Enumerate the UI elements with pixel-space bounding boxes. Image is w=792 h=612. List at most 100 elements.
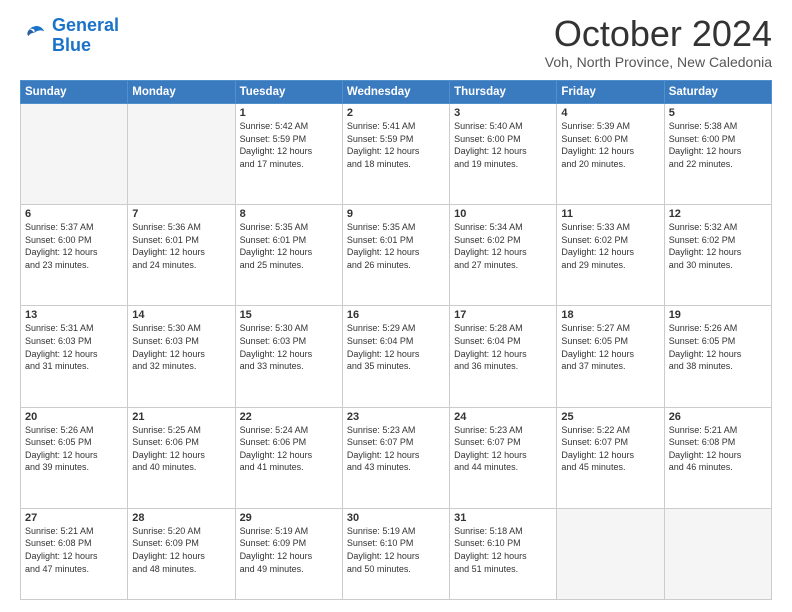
calendar-cell: 31Sunrise: 5:18 AMSunset: 6:10 PMDayligh… bbox=[450, 508, 557, 599]
day-info: Sunrise: 5:30 AMSunset: 6:03 PMDaylight:… bbox=[240, 322, 338, 372]
weekday-header-tuesday: Tuesday bbox=[235, 81, 342, 104]
logo: General Blue bbox=[20, 16, 119, 56]
calendar-cell: 30Sunrise: 5:19 AMSunset: 6:10 PMDayligh… bbox=[342, 508, 449, 599]
day-number: 27 bbox=[25, 512, 123, 524]
day-info: Sunrise: 5:26 AMSunset: 6:05 PMDaylight:… bbox=[25, 424, 123, 474]
day-number: 31 bbox=[454, 512, 552, 524]
day-number: 13 bbox=[25, 309, 123, 321]
calendar-week-3: 20Sunrise: 5:26 AMSunset: 6:05 PMDayligh… bbox=[21, 407, 772, 508]
day-info: Sunrise: 5:20 AMSunset: 6:09 PMDaylight:… bbox=[132, 525, 230, 575]
weekday-header-friday: Friday bbox=[557, 81, 664, 104]
calendar-cell: 14Sunrise: 5:30 AMSunset: 6:03 PMDayligh… bbox=[128, 306, 235, 407]
calendar-cell: 12Sunrise: 5:32 AMSunset: 6:02 PMDayligh… bbox=[664, 205, 771, 306]
calendar-cell: 1Sunrise: 5:42 AMSunset: 5:59 PMDaylight… bbox=[235, 104, 342, 205]
day-number: 8 bbox=[240, 208, 338, 220]
day-info: Sunrise: 5:23 AMSunset: 6:07 PMDaylight:… bbox=[454, 424, 552, 474]
day-info: Sunrise: 5:34 AMSunset: 6:02 PMDaylight:… bbox=[454, 221, 552, 271]
day-number: 12 bbox=[669, 208, 767, 220]
day-info: Sunrise: 5:39 AMSunset: 6:00 PMDaylight:… bbox=[561, 120, 659, 170]
calendar-cell: 23Sunrise: 5:23 AMSunset: 6:07 PMDayligh… bbox=[342, 407, 449, 508]
title-block: October 2024 Voh, North Province, New Ca… bbox=[545, 16, 772, 70]
logo-icon bbox=[20, 22, 48, 50]
day-number: 5 bbox=[669, 107, 767, 119]
calendar-cell: 29Sunrise: 5:19 AMSunset: 6:09 PMDayligh… bbox=[235, 508, 342, 599]
header: General Blue October 2024 Voh, North Pro… bbox=[20, 16, 772, 70]
calendar-cell: 22Sunrise: 5:24 AMSunset: 6:06 PMDayligh… bbox=[235, 407, 342, 508]
day-number: 19 bbox=[669, 309, 767, 321]
calendar-cell: 21Sunrise: 5:25 AMSunset: 6:06 PMDayligh… bbox=[128, 407, 235, 508]
day-number: 23 bbox=[347, 411, 445, 423]
calendar-cell: 20Sunrise: 5:26 AMSunset: 6:05 PMDayligh… bbox=[21, 407, 128, 508]
calendar-cell: 8Sunrise: 5:35 AMSunset: 6:01 PMDaylight… bbox=[235, 205, 342, 306]
calendar-cell: 4Sunrise: 5:39 AMSunset: 6:00 PMDaylight… bbox=[557, 104, 664, 205]
calendar-cell: 27Sunrise: 5:21 AMSunset: 6:08 PMDayligh… bbox=[21, 508, 128, 599]
weekday-header-saturday: Saturday bbox=[664, 81, 771, 104]
day-info: Sunrise: 5:40 AMSunset: 6:00 PMDaylight:… bbox=[454, 120, 552, 170]
calendar-cell bbox=[21, 104, 128, 205]
day-number: 1 bbox=[240, 107, 338, 119]
weekday-header-wednesday: Wednesday bbox=[342, 81, 449, 104]
calendar-week-2: 13Sunrise: 5:31 AMSunset: 6:03 PMDayligh… bbox=[21, 306, 772, 407]
calendar-cell: 5Sunrise: 5:38 AMSunset: 6:00 PMDaylight… bbox=[664, 104, 771, 205]
calendar-cell: 25Sunrise: 5:22 AMSunset: 6:07 PMDayligh… bbox=[557, 407, 664, 508]
day-info: Sunrise: 5:21 AMSunset: 6:08 PMDaylight:… bbox=[25, 525, 123, 575]
calendar-cell bbox=[557, 508, 664, 599]
logo-text: General Blue bbox=[52, 16, 119, 56]
calendar-week-0: 1Sunrise: 5:42 AMSunset: 5:59 PMDaylight… bbox=[21, 104, 772, 205]
calendar-cell: 26Sunrise: 5:21 AMSunset: 6:08 PMDayligh… bbox=[664, 407, 771, 508]
day-number: 10 bbox=[454, 208, 552, 220]
day-info: Sunrise: 5:19 AMSunset: 6:10 PMDaylight:… bbox=[347, 525, 445, 575]
calendar-table: SundayMondayTuesdayWednesdayThursdayFrid… bbox=[20, 80, 772, 600]
day-info: Sunrise: 5:33 AMSunset: 6:02 PMDaylight:… bbox=[561, 221, 659, 271]
month-title: October 2024 bbox=[545, 16, 772, 52]
day-number: 2 bbox=[347, 107, 445, 119]
day-info: Sunrise: 5:42 AMSunset: 5:59 PMDaylight:… bbox=[240, 120, 338, 170]
calendar-week-4: 27Sunrise: 5:21 AMSunset: 6:08 PMDayligh… bbox=[21, 508, 772, 599]
day-number: 24 bbox=[454, 411, 552, 423]
day-number: 9 bbox=[347, 208, 445, 220]
calendar-cell: 13Sunrise: 5:31 AMSunset: 6:03 PMDayligh… bbox=[21, 306, 128, 407]
day-info: Sunrise: 5:30 AMSunset: 6:03 PMDaylight:… bbox=[132, 322, 230, 372]
calendar-cell: 28Sunrise: 5:20 AMSunset: 6:09 PMDayligh… bbox=[128, 508, 235, 599]
day-number: 4 bbox=[561, 107, 659, 119]
weekday-header-thursday: Thursday bbox=[450, 81, 557, 104]
day-info: Sunrise: 5:38 AMSunset: 6:00 PMDaylight:… bbox=[669, 120, 767, 170]
day-info: Sunrise: 5:19 AMSunset: 6:09 PMDaylight:… bbox=[240, 525, 338, 575]
calendar-cell: 6Sunrise: 5:37 AMSunset: 6:00 PMDaylight… bbox=[21, 205, 128, 306]
location-subtitle: Voh, North Province, New Caledonia bbox=[545, 54, 772, 70]
day-info: Sunrise: 5:27 AMSunset: 6:05 PMDaylight:… bbox=[561, 322, 659, 372]
day-number: 20 bbox=[25, 411, 123, 423]
day-number: 7 bbox=[132, 208, 230, 220]
day-number: 15 bbox=[240, 309, 338, 321]
calendar-cell: 2Sunrise: 5:41 AMSunset: 5:59 PMDaylight… bbox=[342, 104, 449, 205]
page: General Blue October 2024 Voh, North Pro… bbox=[0, 0, 792, 612]
calendar-cell: 17Sunrise: 5:28 AMSunset: 6:04 PMDayligh… bbox=[450, 306, 557, 407]
day-number: 25 bbox=[561, 411, 659, 423]
day-number: 18 bbox=[561, 309, 659, 321]
calendar-cell: 24Sunrise: 5:23 AMSunset: 6:07 PMDayligh… bbox=[450, 407, 557, 508]
calendar-cell: 19Sunrise: 5:26 AMSunset: 6:05 PMDayligh… bbox=[664, 306, 771, 407]
calendar-cell: 7Sunrise: 5:36 AMSunset: 6:01 PMDaylight… bbox=[128, 205, 235, 306]
day-info: Sunrise: 5:21 AMSunset: 6:08 PMDaylight:… bbox=[669, 424, 767, 474]
day-number: 21 bbox=[132, 411, 230, 423]
weekday-header-row: SundayMondayTuesdayWednesdayThursdayFrid… bbox=[21, 81, 772, 104]
calendar-cell: 11Sunrise: 5:33 AMSunset: 6:02 PMDayligh… bbox=[557, 205, 664, 306]
day-info: Sunrise: 5:41 AMSunset: 5:59 PMDaylight:… bbox=[347, 120, 445, 170]
calendar-cell bbox=[664, 508, 771, 599]
calendar-cell: 18Sunrise: 5:27 AMSunset: 6:05 PMDayligh… bbox=[557, 306, 664, 407]
day-number: 28 bbox=[132, 512, 230, 524]
day-info: Sunrise: 5:26 AMSunset: 6:05 PMDaylight:… bbox=[669, 322, 767, 372]
day-info: Sunrise: 5:35 AMSunset: 6:01 PMDaylight:… bbox=[347, 221, 445, 271]
calendar-week-1: 6Sunrise: 5:37 AMSunset: 6:00 PMDaylight… bbox=[21, 205, 772, 306]
day-info: Sunrise: 5:32 AMSunset: 6:02 PMDaylight:… bbox=[669, 221, 767, 271]
day-number: 26 bbox=[669, 411, 767, 423]
day-info: Sunrise: 5:29 AMSunset: 6:04 PMDaylight:… bbox=[347, 322, 445, 372]
day-number: 6 bbox=[25, 208, 123, 220]
weekday-header-monday: Monday bbox=[128, 81, 235, 104]
day-number: 3 bbox=[454, 107, 552, 119]
day-info: Sunrise: 5:28 AMSunset: 6:04 PMDaylight:… bbox=[454, 322, 552, 372]
calendar-cell bbox=[128, 104, 235, 205]
calendar-cell: 9Sunrise: 5:35 AMSunset: 6:01 PMDaylight… bbox=[342, 205, 449, 306]
calendar-cell: 3Sunrise: 5:40 AMSunset: 6:00 PMDaylight… bbox=[450, 104, 557, 205]
day-info: Sunrise: 5:36 AMSunset: 6:01 PMDaylight:… bbox=[132, 221, 230, 271]
